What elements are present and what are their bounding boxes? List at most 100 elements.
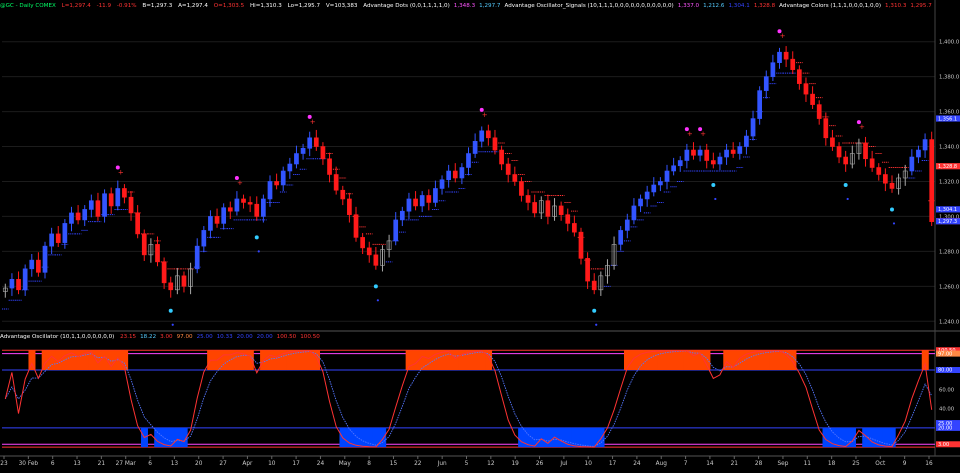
candle-body — [744, 135, 749, 147]
date-label: 13 — [171, 461, 179, 467]
symbol-label[interactable]: @GC - Daily COMEX — [0, 3, 56, 9]
date-label: 17 — [292, 461, 300, 467]
candle-body — [439, 179, 445, 189]
overbought-block — [690, 350, 698, 371]
candle-body — [883, 174, 888, 184]
date-label: 10 — [268, 461, 276, 467]
date-label: 6 — [148, 461, 152, 467]
oscillator-value: 100.50 — [276, 334, 297, 340]
candle-body — [360, 237, 365, 249]
candle-body — [135, 212, 141, 235]
candle-body — [492, 137, 498, 151]
candle-body — [141, 233, 147, 256]
candle-body — [287, 163, 293, 172]
candle-body — [55, 233, 61, 243]
date-label: 10 — [585, 461, 593, 467]
oversold-block — [584, 427, 592, 448]
candle-body — [810, 93, 815, 105]
candle-body — [75, 212, 81, 221]
swing-high-plus: + — [700, 130, 706, 138]
candle-body — [485, 130, 491, 139]
indicator-value: 1,328.8 — [753, 3, 776, 9]
candle-body — [340, 189, 346, 200]
candle-body — [29, 259, 35, 270]
chart-workspace[interactable]: + + + + + + + + 1,400.0 1,380.0 1,360.0 1,340.0 1,3… — [0, 0, 960, 469]
candle-body — [393, 219, 399, 242]
candle-body — [916, 149, 921, 158]
oscillator-tick-label: 60.00 — [939, 387, 955, 393]
indicator-name[interactable]: Advantage Colors (1,1,1,0,0,0,1,0,0) — [779, 3, 881, 9]
candle-body — [929, 139, 935, 222]
candle-body — [128, 196, 134, 214]
swing-high-plus: + — [780, 32, 786, 40]
oscillator-value: 20.00 — [236, 334, 253, 340]
swing-low-marker — [892, 222, 896, 225]
date-label: 17 — [609, 461, 617, 467]
swing-low-dot — [168, 308, 173, 313]
oscillator-name[interactable]: Advantage Oscillator (10,1,1,0,0,0,0,0,0… — [0, 334, 114, 340]
candle-body — [88, 200, 94, 210]
date-label: 21 — [731, 461, 739, 467]
candle-body — [313, 137, 319, 147]
overbought-block — [226, 350, 234, 371]
oscillator-marker-label: 20.00 — [938, 426, 952, 432]
overbought-block — [445, 350, 453, 371]
indicator-name[interactable]: Advantage Dots (0,0,1,1,1,1,0) — [363, 3, 450, 9]
low-price: Lo=1,295.7 — [287, 3, 321, 9]
candle-body — [433, 188, 438, 203]
overbought-block — [756, 350, 764, 371]
candle-body — [452, 170, 458, 179]
oversold-block — [571, 427, 579, 448]
candle-body — [651, 184, 657, 193]
date-label: 23 — [0, 461, 8, 467]
overbought-block — [286, 350, 294, 371]
overbought-block — [61, 350, 69, 371]
date-label: 6 — [51, 461, 55, 467]
date-label: 14 — [706, 461, 714, 467]
candlestick-chart[interactable]: + + + + + + + + 1,400.0 1,380.0 1,360.0 1,340.0 1,3… — [0, 0, 960, 469]
candle-body — [691, 149, 696, 156]
overbought-block — [28, 350, 36, 371]
candle-body — [122, 188, 127, 198]
overbought-block — [769, 350, 777, 371]
indicator-name[interactable]: Advantage Oscillator_Signals (10,1,1,1,0… — [505, 3, 674, 9]
candle-body — [261, 198, 266, 217]
price-tick-label: 1,240.0 — [939, 319, 960, 325]
overbought-block — [670, 350, 678, 371]
date-label: 8 — [367, 461, 371, 467]
swing-high-plus: + — [859, 123, 865, 131]
candle-body — [201, 230, 207, 247]
indicator-value: 1,304.1 — [728, 3, 750, 9]
date-label: 15 — [390, 461, 398, 467]
overbought-block — [736, 350, 744, 371]
swing-high-plus: + — [118, 168, 124, 176]
date-label: Oct — [875, 461, 886, 467]
oversold-block — [365, 427, 373, 448]
candle-body — [320, 146, 326, 160]
price-tick-label: 1,340.0 — [939, 145, 960, 151]
candle-body — [909, 156, 915, 172]
candle-body — [221, 207, 227, 224]
swing-low-marker — [171, 323, 174, 326]
date-label: 28 — [755, 461, 763, 467]
oscillator-value: 97.00 — [176, 334, 193, 340]
candle-body — [36, 259, 41, 273]
candle-body — [638, 198, 643, 207]
open-price: O=1,303.5 — [213, 3, 245, 9]
oscillator-marker-label: 3.00 — [938, 442, 949, 448]
candle-body — [876, 167, 882, 175]
overbought-block — [451, 350, 459, 371]
candle-body — [155, 244, 160, 263]
candle-body — [777, 51, 782, 63]
date-label: Sep — [777, 461, 788, 467]
candle-body — [241, 198, 246, 203]
candle-body — [750, 118, 756, 137]
candle-body — [161, 261, 167, 284]
candle-body — [724, 149, 729, 158]
indicator-legend[interactable]: Advantage Dots (0,0,1,1,1,1,0) 1,348.3 1,2… — [363, 3, 935, 9]
candle-body — [585, 258, 590, 282]
oversold-block — [822, 427, 830, 448]
oversold-block — [359, 427, 367, 448]
candle-body — [446, 170, 452, 181]
swing-low-dot — [843, 182, 848, 187]
